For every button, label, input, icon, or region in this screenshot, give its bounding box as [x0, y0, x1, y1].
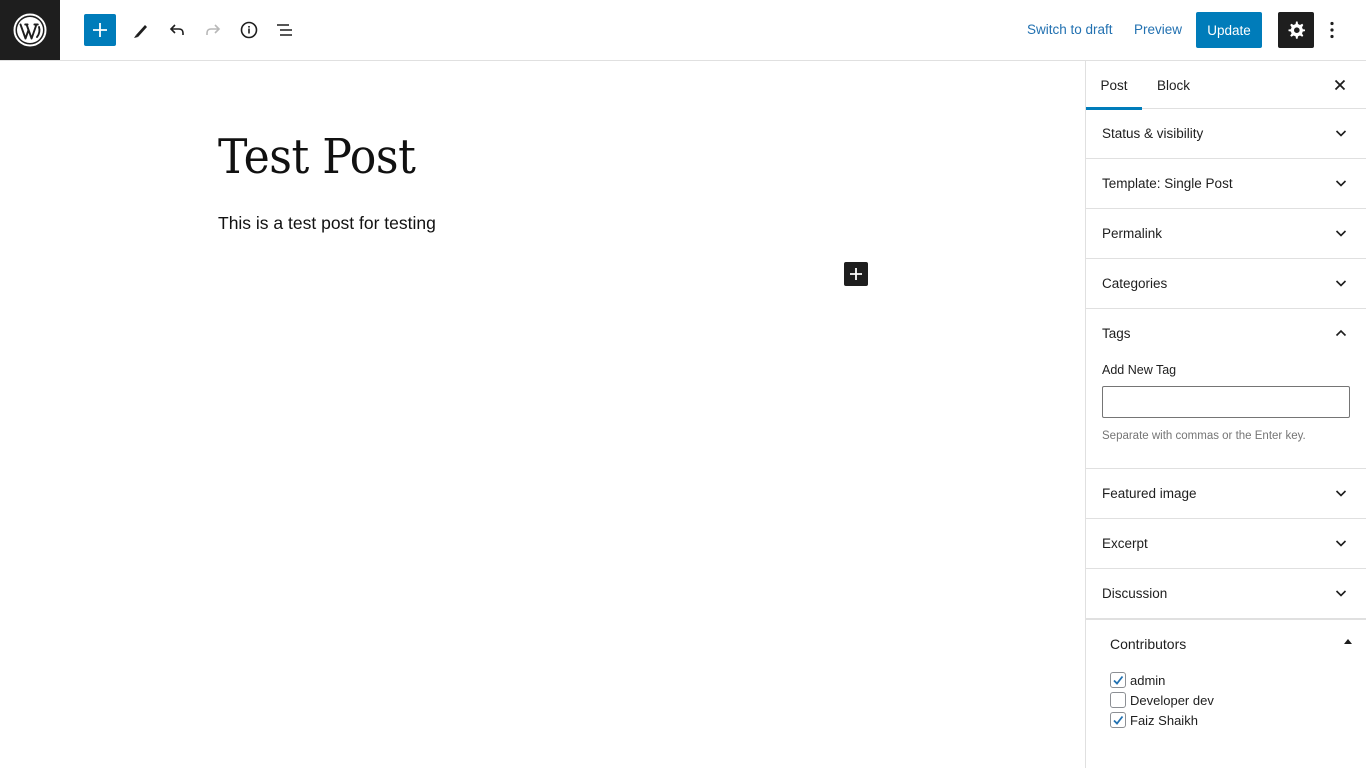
undo-icon [169, 24, 184, 35]
pencil-icon [134, 25, 147, 38]
preview-button[interactable]: Preview [1134, 22, 1182, 37]
contributors-toggle[interactable]: Contributors [1086, 620, 1366, 668]
chevron-down-icon [1335, 590, 1347, 597]
panel-toggle[interactable]: Tags [1086, 309, 1366, 358]
block-inserter-button[interactable] [844, 262, 868, 286]
panel-toggle[interactable]: Template: Single Post [1086, 159, 1366, 208]
contributor-name: admin [1130, 672, 1166, 688]
panel-tags: Tags Add New Tag Separate with commas or… [1086, 309, 1366, 469]
tags-help-text: Separate with commas or the Enter key. [1102, 430, 1306, 442]
panel-title: Tags [1102, 326, 1131, 341]
contributors-title: Contributors [1110, 636, 1187, 652]
panel-toggle[interactable]: Permalink [1086, 209, 1366, 258]
details-button[interactable] [233, 14, 265, 46]
panel-permalink: Permalink [1086, 209, 1366, 259]
chevron-down-icon [1335, 230, 1347, 237]
redo-icon [206, 24, 221, 35]
add-new-tag-input[interactable] [1102, 386, 1350, 418]
panel-title: Status & visibility [1102, 126, 1204, 141]
info-icon [240, 21, 258, 39]
switch-to-draft-button[interactable]: Switch to draft [1027, 22, 1113, 37]
editor-header: Switch to draft Preview Update [0, 0, 1366, 61]
panel-title: Featured image [1102, 486, 1197, 501]
chevron-up-icon [1335, 329, 1347, 337]
close-icon [1334, 79, 1346, 91]
sidebar-tabs: Post Block [1086, 61, 1366, 110]
chevron-down-icon [1335, 180, 1347, 187]
tools-button[interactable] [125, 14, 157, 46]
settings-button[interactable] [1278, 12, 1314, 48]
checkmark-icon [1113, 715, 1124, 725]
add-new-tag-label: Add New Tag [1102, 363, 1177, 377]
update-button[interactable]: Update [1196, 12, 1262, 48]
contributor-checkbox[interactable] [1110, 712, 1126, 728]
panel-title: Excerpt [1102, 536, 1148, 551]
chevron-down-icon [1335, 280, 1347, 287]
contributor-item: Developer dev [1110, 690, 1366, 710]
contributors-list: admin Developer dev Faiz Shaikh [1086, 668, 1366, 730]
panel-categories: Categories [1086, 259, 1366, 309]
chevron-down-icon [1335, 490, 1347, 497]
panel-toggle[interactable]: Discussion [1086, 569, 1366, 618]
checkmark-icon [1113, 675, 1124, 685]
paragraph-block[interactable]: This is a test post for testing [218, 213, 436, 234]
panel-toggle[interactable]: Status & visibility [1086, 109, 1366, 158]
redo-button[interactable] [197, 14, 229, 46]
editor-canvas: Test Post This is a test post for testin… [0, 61, 1085, 768]
contributor-item: admin [1110, 670, 1366, 690]
plus-icon [93, 23, 107, 37]
plus-icon [850, 268, 862, 280]
panel-template: Template: Single Post [1086, 159, 1366, 209]
list-view-button[interactable] [269, 14, 301, 46]
collapse-arrow-icon [1344, 639, 1352, 644]
tab-block[interactable]: Block [1157, 61, 1190, 109]
add-block-button[interactable] [84, 14, 116, 46]
panel-status-visibility: Status & visibility [1086, 109, 1366, 159]
contributor-name: Developer dev [1130, 692, 1214, 708]
panel-title: Discussion [1102, 586, 1168, 601]
contributors-metabox: Contributors admin Developer dev Faiz Sh… [1086, 619, 1366, 730]
list-view-icon [277, 24, 292, 36]
panel-excerpt: Excerpt [1086, 519, 1366, 569]
contributor-checkbox[interactable] [1110, 672, 1126, 688]
options-button[interactable] [1320, 14, 1344, 46]
panel-title: Categories [1102, 276, 1168, 291]
more-vertical-icon [1330, 21, 1334, 39]
contributor-name: Faiz Shaikh [1130, 712, 1198, 728]
undo-button[interactable] [161, 14, 193, 46]
post-title[interactable]: Test Post [218, 129, 416, 185]
panel-title: Template: Single Post [1102, 176, 1233, 191]
panel-discussion: Discussion [1086, 569, 1366, 619]
contributor-item: Faiz Shaikh [1110, 710, 1366, 730]
contributor-checkbox[interactable] [1110, 692, 1126, 708]
panel-title: Permalink [1102, 226, 1163, 241]
close-sidebar-button[interactable] [1328, 73, 1352, 97]
tab-post[interactable]: Post [1086, 61, 1142, 110]
settings-sidebar: Post Block Status & visibility Template:… [1085, 61, 1366, 768]
chevron-down-icon [1335, 540, 1347, 547]
panel-toggle[interactable]: Featured image [1086, 469, 1366, 518]
panel-toggle[interactable]: Categories [1086, 259, 1366, 308]
gear-icon [1288, 21, 1305, 39]
chevron-down-icon [1335, 130, 1347, 137]
panel-toggle[interactable]: Excerpt [1086, 519, 1366, 568]
panel-featured-image: Featured image [1086, 469, 1366, 519]
wordpress-logo-icon[interactable] [0, 0, 60, 60]
